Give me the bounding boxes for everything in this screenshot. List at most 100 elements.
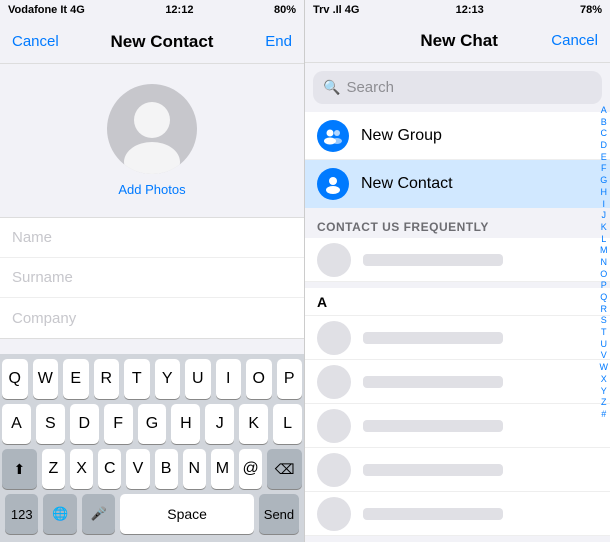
cancel-button[interactable]: Cancel [12, 33, 59, 50]
key-backspace[interactable]: ⌫ [267, 449, 302, 489]
key-e[interactable]: E [63, 359, 89, 399]
key-y[interactable]: Y [155, 359, 181, 399]
key-w[interactable]: W [33, 359, 59, 399]
key-v[interactable]: V [126, 449, 149, 489]
key-n[interactable]: N [183, 449, 206, 489]
alpha-letter-X[interactable]: X [601, 374, 607, 386]
contact-a-1[interactable] [305, 316, 610, 360]
nav-bar-left: Cancel New Contact End [0, 20, 304, 64]
key-numbers[interactable]: 123 [5, 494, 38, 534]
avatar[interactable] [107, 84, 197, 174]
alpha-letter-H[interactable]: H [601, 187, 608, 199]
contact-avatar-a1 [317, 321, 351, 355]
new-contact-item[interactable]: New Contact [305, 160, 610, 208]
company-field-row [0, 298, 304, 338]
key-shift[interactable]: ⬆ [2, 449, 37, 489]
key-j[interactable]: J [205, 404, 234, 444]
new-group-item[interactable]: New Group [305, 112, 610, 160]
key-space[interactable]: Space [120, 494, 254, 534]
new-contact-icon [317, 168, 349, 200]
alpha-letter-L[interactable]: L [601, 234, 606, 246]
key-a[interactable]: A [2, 404, 31, 444]
key-t[interactable]: T [124, 359, 150, 399]
key-g[interactable]: G [138, 404, 167, 444]
add-photos-button[interactable]: Add Photos [118, 182, 185, 197]
alpha-letter-Y[interactable]: Y [601, 386, 607, 398]
key-s[interactable]: S [36, 404, 65, 444]
alpha-letter-D[interactable]: D [601, 140, 608, 152]
status-bar-right: Trv .Il 4G 12:13 78% [305, 0, 610, 20]
alpha-letter-I[interactable]: I [602, 199, 605, 211]
end-button[interactable]: End [265, 33, 292, 50]
avatar-section: Add Photos [0, 64, 304, 207]
contact-a-2[interactable] [305, 360, 610, 404]
frequent-contact-1[interactable] [305, 238, 610, 282]
frequent-avatar-1 [317, 243, 351, 277]
name-input[interactable] [12, 229, 292, 246]
alpha-letter-U[interactable]: U [601, 339, 608, 351]
key-d[interactable]: D [70, 404, 99, 444]
alpha-letter-M[interactable]: M [600, 245, 608, 257]
alpha-letter-K[interactable]: K [601, 222, 607, 234]
key-h[interactable]: H [171, 404, 200, 444]
key-q[interactable]: Q [2, 359, 28, 399]
alpha-letter-Q[interactable]: Q [600, 292, 607, 304]
search-icon: 🔍 [323, 79, 340, 96]
key-mic[interactable]: 🎤 [82, 494, 115, 534]
quick-actions-list: New Group New Contact [305, 112, 610, 208]
right-panel: Trv .Il 4G 12:13 78% New Chat Cancel 🔍 N… [305, 0, 610, 542]
key-c[interactable]: C [98, 449, 121, 489]
alpha-letter-Z[interactable]: Z [601, 397, 607, 409]
contact-name-a4 [363, 464, 503, 476]
alpha-letter-A[interactable]: A [601, 105, 607, 117]
carrier-right: Trv .Il 4G [313, 4, 359, 16]
key-l[interactable]: L [273, 404, 302, 444]
key-p[interactable]: P [277, 359, 303, 399]
alpha-letter-E[interactable]: E [601, 152, 607, 164]
key-m[interactable]: M [211, 449, 234, 489]
keyboard-row-2: A S D F G H J K L [0, 399, 304, 444]
right-panel-wrapper: Trv .Il 4G 12:13 78% New Chat Cancel 🔍 N… [305, 0, 610, 542]
key-r[interactable]: R [94, 359, 120, 399]
alpha-letter-J[interactable]: J [602, 210, 607, 222]
key-z[interactable]: Z [42, 449, 65, 489]
alpha-letter-T[interactable]: T [601, 327, 607, 339]
alpha-letter-V[interactable]: V [601, 350, 607, 362]
contact-a-4[interactable] [305, 448, 610, 492]
key-u[interactable]: U [185, 359, 211, 399]
search-input[interactable] [346, 79, 592, 96]
key-send[interactable]: Send [259, 494, 299, 534]
contact-a-5[interactable] [305, 492, 610, 536]
surname-input[interactable] [12, 269, 292, 286]
key-emoji[interactable]: 🌐 [43, 494, 76, 534]
alpha-index[interactable]: ABCDEFGHIJKLMNOPQRSTUVWXYZ# [600, 105, 609, 421]
search-bar[interactable]: 🔍 [313, 71, 602, 104]
contact-a-3[interactable] [305, 404, 610, 448]
contact-name-a1 [363, 332, 503, 344]
alpha-letter-G[interactable]: G [600, 175, 607, 187]
alpha-letter-F[interactable]: F [601, 163, 607, 175]
key-k[interactable]: K [239, 404, 268, 444]
alpha-letter-W[interactable]: W [600, 362, 609, 374]
key-b[interactable]: B [155, 449, 178, 489]
contact-avatar-a4 [317, 453, 351, 487]
cancel-chat-button[interactable]: Cancel [551, 32, 598, 49]
alpha-letter-B[interactable]: B [601, 117, 607, 129]
alpha-letter-C[interactable]: C [601, 128, 608, 140]
alpha-letter-R[interactable]: R [601, 304, 608, 316]
contact-name-a5 [363, 508, 503, 520]
alpha-letter-#[interactable]: # [601, 409, 606, 421]
contact-form [0, 217, 304, 339]
alpha-letter-P[interactable]: P [601, 280, 607, 292]
company-input[interactable] [12, 310, 292, 327]
key-x[interactable]: X [70, 449, 93, 489]
key-i[interactable]: I [216, 359, 242, 399]
key-o[interactable]: O [246, 359, 272, 399]
alpha-letter-O[interactable]: O [600, 269, 607, 281]
a-contacts-list [305, 316, 610, 536]
alpha-letter-N[interactable]: N [601, 257, 608, 269]
alpha-letter-S[interactable]: S [601, 315, 607, 327]
key-f[interactable]: F [104, 404, 133, 444]
carrier-left: Vodafone It 4G [8, 4, 85, 16]
key-at[interactable]: @ [239, 449, 262, 489]
